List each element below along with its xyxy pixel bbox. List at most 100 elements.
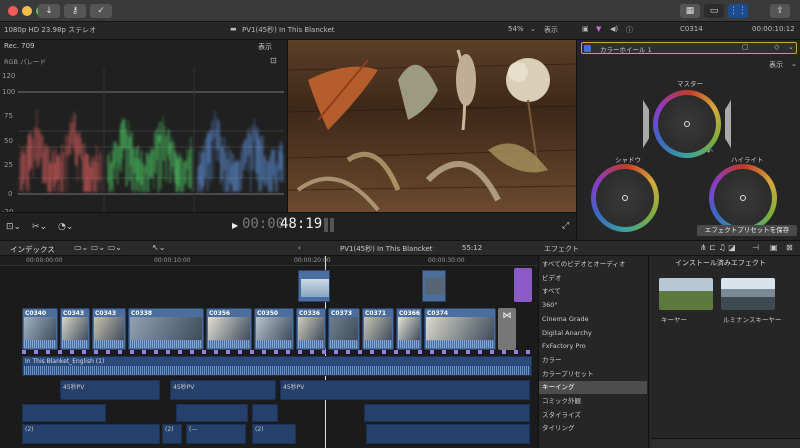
browser-toggle-button[interactable]: ▦	[680, 4, 700, 18]
chevron-left-icon[interactable]: ‹	[298, 244, 301, 252]
audio-clip[interactable]	[364, 404, 530, 422]
info-icon[interactable]: ⓘ	[626, 25, 633, 35]
effects-category-item[interactable]: すべて	[539, 285, 647, 298]
timeline-toggle-button[interactable]: ▭	[704, 4, 724, 18]
snapping-icon[interactable]: ⊣	[752, 243, 759, 252]
viewer-view-menu[interactable]: 表示	[544, 25, 558, 35]
keyer-effect-thumb[interactable]	[659, 278, 713, 310]
highlights-color-wheel[interactable]	[709, 164, 777, 232]
video-clip[interactable]: C0366	[396, 308, 422, 350]
chevron-down-icon[interactable]: ⌄	[788, 43, 794, 51]
video-clip[interactable]: C0338	[128, 308, 204, 350]
video-clip[interactable]: C0374	[424, 308, 496, 350]
audio-clip[interactable]	[252, 404, 278, 422]
select-tool-icon[interactable]: ↖⌄	[152, 243, 165, 252]
effects-category-item[interactable]: カラー	[539, 354, 647, 367]
master-puck[interactable]	[684, 121, 690, 127]
audio-track-name: In This Blanket_English (1)	[25, 358, 105, 365]
effects-category-item[interactable]: Cinema Grade	[539, 313, 647, 326]
connected-clip[interactable]	[422, 270, 446, 302]
share-button[interactable]: ⇪	[770, 4, 790, 18]
clip-waveform	[256, 340, 292, 348]
audio-clip[interactable]	[176, 404, 248, 422]
effects-browser-icon[interactable]: ▣	[770, 243, 778, 252]
fullscreen-icon[interactable]: ⤢	[562, 221, 569, 231]
color-wheels-selector[interactable]: カラーホイール 1 ▢ ◇ ⌄	[581, 42, 797, 54]
clip-waveform	[330, 340, 358, 348]
audio-clip[interactable]: 45秒PV	[170, 380, 276, 400]
audio-clip[interactable]: (2)	[252, 424, 296, 444]
audio-clip[interactable]	[366, 424, 530, 444]
inspector-toggle-button[interactable]: ⋮⋮	[728, 4, 748, 18]
reset-arrow-icon[interactable]: ↶	[707, 148, 713, 156]
format-label: 1080p HD 23.98p ステレオ	[4, 26, 97, 34]
shadows-color-wheel[interactable]	[591, 164, 659, 232]
clip-appearance-icon[interactable]: ▭⌄ ▭⌄ ▭⌄	[74, 243, 122, 252]
clip-waveform	[130, 340, 202, 348]
clip-waveform	[426, 340, 494, 348]
video-clip[interactable]: C0343	[92, 308, 126, 350]
music-audio-clip[interactable]: In This Blanket_English (1)	[22, 356, 532, 376]
inspector-view-menu[interactable]: 表示	[769, 60, 783, 70]
import-button[interactable]: ↓	[38, 4, 60, 18]
effects-category-item[interactable]: コミック外観	[539, 395, 647, 408]
video-clip[interactable]: C0371	[362, 308, 394, 350]
effects-category-item[interactable]: すべてのビデオとオーディオ	[539, 258, 647, 271]
save-effect-preset-button[interactable]: エフェクトプリセットを保存	[697, 225, 797, 236]
color-inspector-icon[interactable]: ▼	[596, 25, 601, 33]
video-clip[interactable]: C0340	[22, 308, 58, 350]
minimize-window-button[interactable]	[22, 6, 32, 16]
background-tasks-button[interactable]: ✓	[90, 4, 112, 18]
luma-keyer-effect-thumb[interactable]	[721, 278, 775, 310]
highlights-puck[interactable]	[740, 195, 746, 201]
enable-checkbox[interactable]	[584, 45, 591, 52]
transition-clip[interactable]: ⋈	[498, 308, 516, 350]
audio-clip[interactable]: 45秒PV	[280, 380, 530, 400]
scope-settings-icon[interactable]: ⊡	[270, 56, 277, 65]
film-icon[interactable]: ▣	[582, 25, 589, 33]
effects-category-item[interactable]: Digital Anarchy	[539, 327, 647, 340]
timeline[interactable]: 00:00:00:00 00:00:10:00 00:00:20:00 00:0…	[0, 256, 538, 448]
reset-icon[interactable]: ▢	[742, 43, 749, 51]
speed-menu-icon[interactable]: ◔⌄	[58, 222, 73, 232]
effects-category-item[interactable]: 360°	[539, 299, 647, 312]
clip-name: C0374	[427, 310, 449, 317]
master-saturation-slider[interactable]	[643, 100, 649, 148]
video-clip[interactable]: C0350	[254, 308, 294, 350]
shadows-puck[interactable]	[622, 195, 628, 201]
connected-clip[interactable]	[298, 270, 330, 302]
skimming-icons[interactable]: ⋔ ⊏ ♫ ◪	[700, 243, 736, 252]
zoom-select[interactable]: 54%	[508, 25, 524, 33]
audio-clip[interactable]: (2)	[162, 424, 182, 444]
audio-clip[interactable]: 45秒PV	[60, 380, 160, 400]
close-window-button[interactable]	[8, 6, 18, 16]
master-brightness-slider[interactable]	[725, 100, 731, 148]
effects-category-item[interactable]: FxFactory Pro	[539, 340, 647, 353]
effects-category-item[interactable]: スタイライズ	[539, 409, 647, 422]
keyframe-icon[interactable]: ◇	[774, 43, 779, 51]
audio-clip[interactable]: (—	[186, 424, 246, 444]
video-clip[interactable]: C0373	[328, 308, 360, 350]
speaker-icon[interactable]: ◀)	[610, 25, 618, 33]
effects-category-item[interactable]: タイリング	[539, 422, 647, 435]
title-clip[interactable]	[514, 268, 532, 302]
video-clip[interactable]: C0343	[60, 308, 90, 350]
play-icon[interactable]: ▶	[232, 221, 238, 230]
effects-category-item[interactable]: カラープリセット	[539, 368, 647, 381]
audio-clip[interactable]: (2)	[22, 424, 160, 444]
clip-thumbnail	[426, 317, 494, 341]
enhance-menu-icon[interactable]: ✂⌄	[32, 222, 47, 232]
viewer-image[interactable]	[288, 40, 576, 212]
transitions-browser-icon[interactable]: ⊠	[786, 243, 793, 252]
effects-search-bar[interactable]	[651, 438, 800, 448]
timeline-ruler[interactable]: 00:00:00:00 00:00:10:00 00:00:20:00 00:0…	[0, 256, 538, 266]
effects-category-item[interactable]: ビデオ	[539, 272, 647, 285]
index-button[interactable]: インデックス	[10, 244, 55, 255]
video-clip[interactable]: C0356	[206, 308, 252, 350]
audio-clip[interactable]	[22, 404, 106, 422]
scope-view-menu[interactable]: 表示	[258, 42, 272, 52]
transform-menu-icon[interactable]: ⊡⌄	[6, 222, 21, 232]
video-clip[interactable]: C0336	[296, 308, 326, 350]
effects-category-item[interactable]: キーイング	[539, 381, 647, 395]
keyword-button[interactable]: ⚷	[64, 4, 86, 18]
